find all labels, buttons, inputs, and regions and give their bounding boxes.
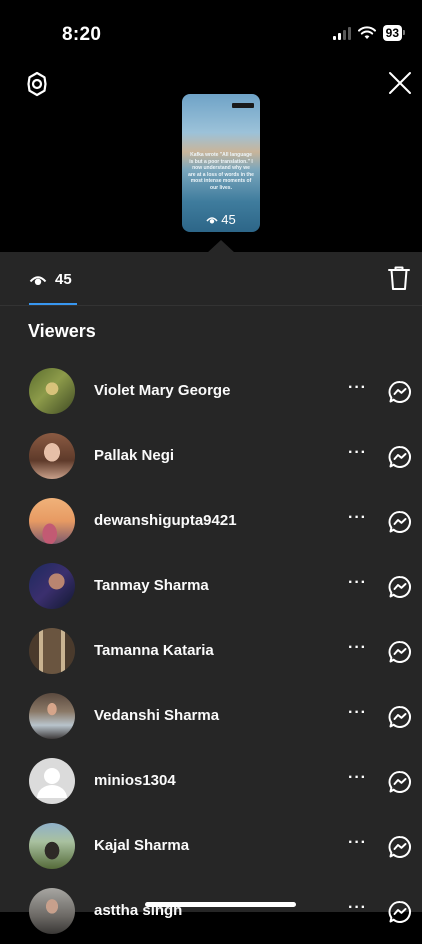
battery-indicator: 93 [382,25,406,41]
viewer-name[interactable]: Vedanshi Sharma [94,707,219,724]
views-count: 45 [55,271,72,288]
more-options-button[interactable]: ··· [348,770,368,789]
message-button[interactable] [388,835,412,859]
message-button[interactable] [388,575,412,599]
messenger-icon [388,641,411,663]
delete-story-button[interactable] [387,265,411,291]
viewer-name[interactable]: Pallak Negi [94,447,174,464]
status-time: 8:20 [62,24,102,45]
eye-icon [206,216,218,223]
story-thumbnail[interactable]: Kafka wrote "All language is but a poor … [182,94,260,232]
avatar[interactable] [29,498,75,544]
story-view-count-value: 45 [221,212,236,227]
messenger-icon [388,446,411,468]
message-button[interactable] [388,705,412,729]
viewer-row[interactable]: Kajal Sharma ··· [0,814,422,879]
viewer-name[interactable]: Violet Mary George [94,382,230,399]
messenger-icon [388,381,411,403]
settings-icon [27,71,47,97]
message-button[interactable] [388,510,412,534]
more-options-button[interactable]: ··· [348,705,368,724]
message-button[interactable] [388,770,412,794]
trash-icon [388,266,410,290]
messenger-icon [388,511,411,533]
story-preview-area: 8:20 93 Kafka wrote "All language is but… [0,0,422,253]
viewer-row[interactable]: Violet Mary George ··· [0,359,422,424]
viewer-row[interactable]: minios1304 ··· [0,749,422,814]
more-options-button[interactable]: ··· [348,380,368,399]
avatar[interactable] [29,368,75,414]
viewer-name[interactable]: Tamanna Kataria [94,642,214,659]
messenger-icon [388,706,411,728]
close-button[interactable] [386,69,414,97]
avatar[interactable] [29,693,75,739]
viewer-row[interactable]: Tanmay Sharma ··· [0,554,422,619]
viewer-name[interactable]: dewanshigupta9421 [94,512,237,529]
viewer-name[interactable]: Tanmay Sharma [94,577,209,594]
wifi-icon [357,26,376,39]
story-view-count: 45 [182,212,260,227]
story-caption: Kafka wrote "All language is but a poor … [188,152,254,191]
messenger-icon [388,901,411,923]
avatar[interactable] [29,628,75,674]
viewer-row[interactable]: dewanshigupta9421 ··· [0,489,422,554]
message-button[interactable] [388,640,412,664]
messenger-icon [388,836,411,858]
views-tab[interactable]: 45 [29,271,72,288]
viewer-name[interactable]: minios1304 [94,772,176,789]
viewer-row[interactable]: Vedanshi Sharma ··· [0,684,422,749]
avatar[interactable] [29,823,75,869]
more-options-button[interactable]: ··· [348,900,368,919]
messenger-icon [388,771,411,793]
more-options-button[interactable]: ··· [348,835,368,854]
close-icon [389,72,411,94]
message-button[interactable] [388,445,412,469]
messenger-icon [388,576,411,598]
default-avatar-icon [37,768,67,798]
eye-icon [29,275,47,285]
avatar[interactable] [29,758,75,804]
more-options-button[interactable]: ··· [348,575,368,594]
status-indicators: 93 [332,25,406,41]
avatar[interactable] [29,888,75,934]
viewers-heading: Viewers [28,321,96,341]
message-button[interactable] [388,380,412,404]
viewer-name[interactable]: Kajal Sharma [94,837,189,854]
settings-button[interactable] [24,71,50,97]
viewer-row[interactable]: Tamanna Kataria ··· [0,619,422,684]
avatar[interactable] [29,563,75,609]
more-options-button[interactable]: ··· [348,445,368,464]
message-button[interactable] [388,900,412,924]
viewer-list: Violet Mary George ··· Pallak Negi ··· d… [0,359,422,944]
more-options-button[interactable]: ··· [348,640,368,659]
tab-divider [0,305,422,306]
home-indicator[interactable] [145,902,296,907]
cellular-signal-icon [332,26,351,40]
avatar[interactable] [29,433,75,479]
viewers-sheet: 45 Viewers Violet Mary George ··· Pallak… [0,252,422,934]
story-sticker [232,103,254,108]
viewer-row[interactable]: Pallak Negi ··· [0,424,422,489]
more-options-button[interactable]: ··· [348,510,368,529]
